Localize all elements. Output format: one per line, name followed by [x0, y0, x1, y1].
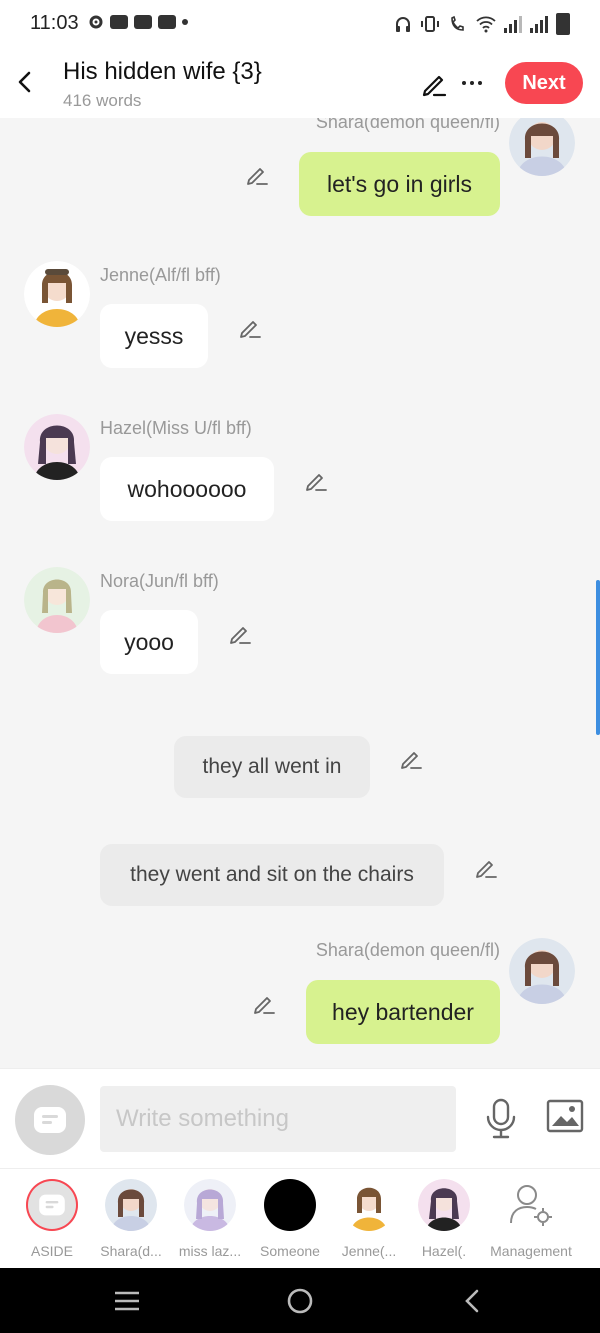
- role-label: Shara(d...: [100, 1243, 162, 1259]
- role-miss-laz[interactable]: miss laz...: [170, 1179, 250, 1259]
- role-label: Hazel(.: [421, 1243, 467, 1259]
- back-nav-icon[interactable]: [458, 1286, 488, 1316]
- settings-gear-icon: [89, 15, 103, 29]
- character-selector: ASIDE Shara(d... miss laz... Someone Jen…: [0, 1168, 600, 1269]
- role-label: Jenne(...: [341, 1243, 397, 1259]
- story-header: His hidden wife {3} 416 words Next: [0, 48, 600, 118]
- role-jenne[interactable]: Jenne(...: [329, 1179, 409, 1259]
- role-label: Someone: [260, 1243, 320, 1259]
- role-management[interactable]: Management: [481, 1179, 581, 1259]
- scrollbar[interactable]: [596, 580, 600, 735]
- shara-avatar[interactable]: [509, 118, 575, 176]
- home-icon[interactable]: [285, 1286, 315, 1316]
- youtube-icon: [110, 15, 128, 29]
- role-label: Management: [490, 1243, 572, 1259]
- wifi-icon: [476, 16, 496, 33]
- vibrate-icon: [421, 16, 439, 32]
- status-time: 11:03: [30, 12, 79, 34]
- miss-laz-avatar: [184, 1179, 236, 1231]
- message-bubble[interactable]: yooo: [100, 610, 198, 674]
- youtube-icon: [134, 15, 152, 29]
- notification-dot-icon: [182, 19, 188, 25]
- back-arrow-icon[interactable]: [14, 68, 36, 96]
- next-button[interactable]: Next: [505, 62, 583, 104]
- role-aside[interactable]: ASIDE: [12, 1179, 92, 1259]
- edit-message-icon[interactable]: [474, 856, 498, 880]
- speaker-name: Jenne(Alf/fl bff): [100, 265, 221, 285]
- jenne-avatar: [343, 1179, 395, 1231]
- wifi-call-icon: [451, 15, 464, 31]
- composer-bar: [0, 1068, 600, 1169]
- aside-icon: [26, 1179, 78, 1231]
- narration-bubble[interactable]: they went and sit on the chairs: [100, 844, 444, 906]
- edit-message-icon[interactable]: [304, 469, 328, 493]
- microphone-icon[interactable]: [484, 1097, 518, 1141]
- aside-toggle-button[interactable]: [15, 1085, 85, 1155]
- role-label: ASIDE: [30, 1243, 73, 1259]
- hazel-avatar: [418, 1179, 470, 1231]
- nora-avatar[interactable]: [24, 567, 90, 633]
- manage-people-icon: [510, 1185, 552, 1226]
- role-shara[interactable]: Shara(d...: [91, 1179, 171, 1259]
- speaker-name: Shara(demon queen/fl): [315, 118, 500, 132]
- status-system-icons: [394, 13, 570, 35]
- more-options-icon[interactable]: [462, 81, 484, 85]
- role-hazel[interactable]: Hazel(.: [404, 1179, 484, 1259]
- someone-avatar: [264, 1179, 316, 1231]
- chat-bubble-icon: [34, 1107, 66, 1133]
- signal-icon: [530, 15, 548, 33]
- message-bubble[interactable]: wohoooooo: [100, 457, 274, 521]
- jenne-avatar[interactable]: [24, 261, 90, 327]
- message-bubble[interactable]: yesss: [100, 304, 208, 368]
- role-label: miss laz...: [178, 1243, 242, 1259]
- speaker-name: Shara(demon queen/fl): [315, 940, 500, 960]
- status-notification-icons: [88, 14, 188, 30]
- word-count: 416 words: [63, 91, 142, 110]
- youtube-icon: [158, 15, 176, 29]
- shara-avatar[interactable]: [509, 938, 575, 1004]
- edit-message-icon[interactable]: [252, 992, 276, 1016]
- image-icon[interactable]: [546, 1099, 584, 1133]
- chat-area[interactable]: Shara(demon queen/fl) let's go in girls …: [0, 118, 600, 1068]
- message-bubble[interactable]: let's go in girls: [299, 152, 500, 216]
- story-title: His hidden wife {3}: [63, 58, 262, 85]
- battery-icon: [556, 13, 570, 35]
- edit-message-icon[interactable]: [399, 747, 423, 771]
- status-bar: 11:03: [0, 0, 600, 48]
- shara-avatar: [105, 1179, 157, 1231]
- edit-title-icon[interactable]: [420, 70, 448, 98]
- edit-message-icon[interactable]: [238, 316, 262, 340]
- narration-bubble[interactable]: they all went in: [174, 736, 370, 798]
- headphones-icon: [396, 17, 410, 32]
- edit-message-icon[interactable]: [245, 163, 269, 187]
- speaker-name: Nora(Jun/fl bff): [100, 571, 219, 591]
- recent-apps-icon[interactable]: [112, 1286, 142, 1316]
- system-navigation-bar: [0, 1268, 600, 1333]
- hazel-avatar[interactable]: [24, 414, 90, 480]
- message-bubble[interactable]: hey bartender: [306, 980, 500, 1044]
- speaker-name: Hazel(Miss U/fl bff): [100, 418, 252, 438]
- signal-icon: [504, 15, 522, 33]
- message-input[interactable]: [100, 1086, 456, 1152]
- role-someone[interactable]: Someone: [250, 1179, 330, 1259]
- edit-message-icon[interactable]: [228, 622, 252, 646]
